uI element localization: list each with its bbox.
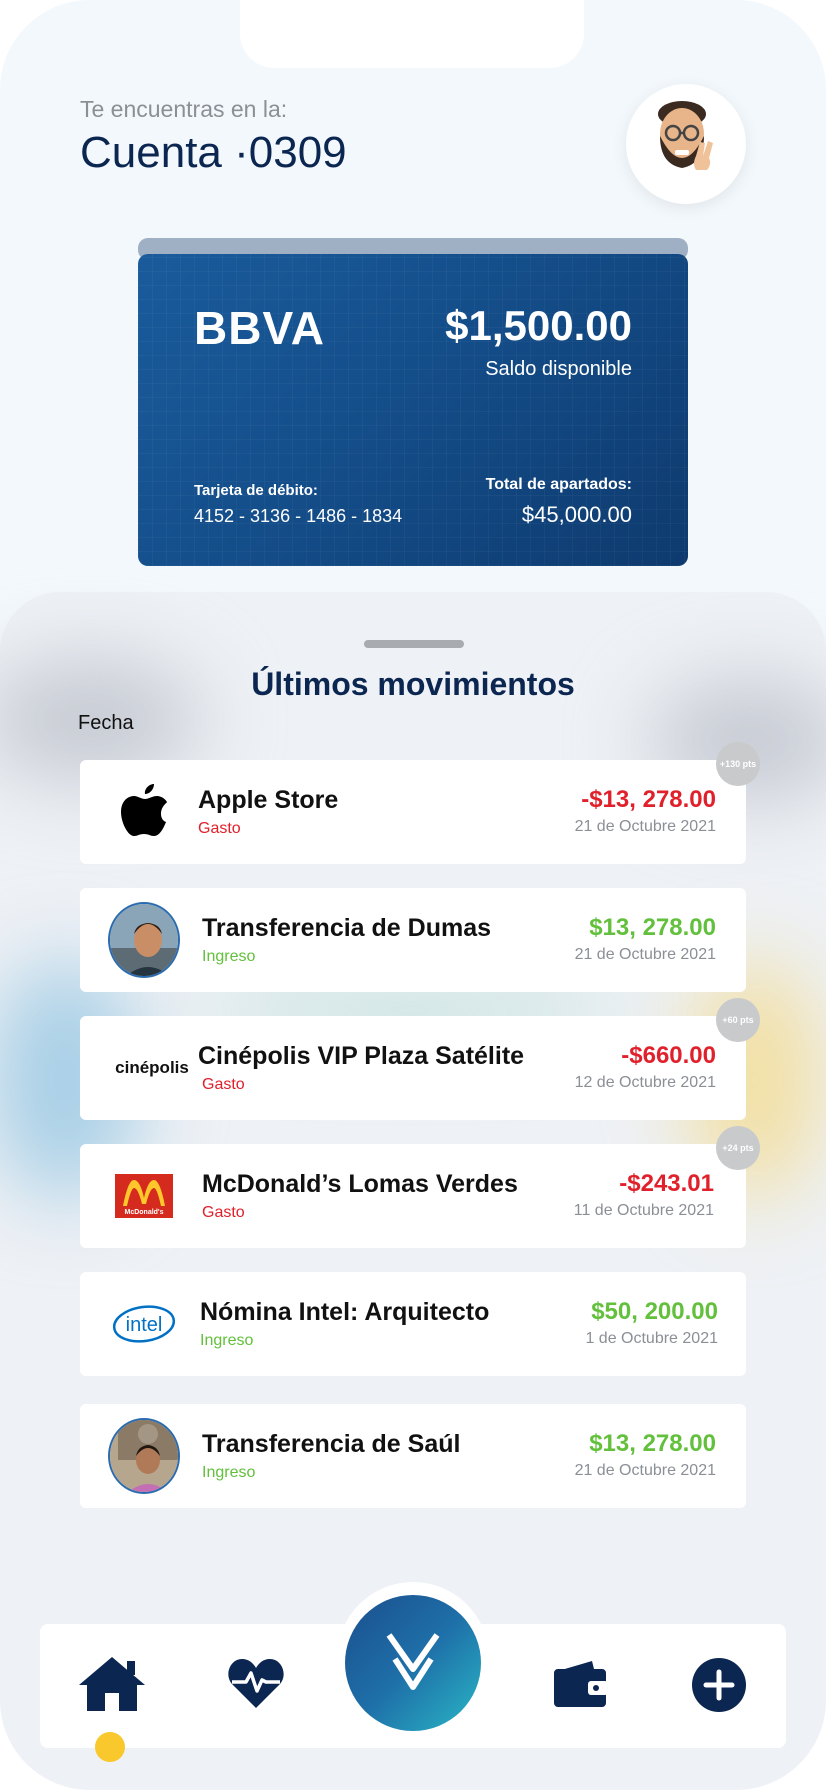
account-prefix: Cuenta <box>80 128 235 177</box>
transaction-amount: $50, 200.00 <box>591 1298 718 1325</box>
transaction-title: Cinépolis VIP Plaza Satélite <box>198 1042 525 1070</box>
account-title[interactable]: Cuenta ·0309 <box>80 128 347 178</box>
transaction-row[interactable]: Transferencia de Saúl Ingreso $13, 278.0… <box>80 1404 746 1508</box>
phone-screen: Te encuentras en la: Cuenta ·0309 BBVA $… <box>0 0 826 1790</box>
svg-text:BBVA: BBVA <box>194 306 325 350</box>
transaction-date: 21 de Octubre 2021 <box>574 1462 716 1479</box>
mcdonalds-logo: McDonald's <box>108 1160 180 1232</box>
transaction-date: 21 de Octubre 2021 <box>574 818 716 835</box>
intel-logo: intel <box>108 1288 180 1360</box>
transaction-row[interactable]: cinépolis Cinépolis VIP Plaza Satélite G… <box>80 998 760 1120</box>
points-badge: +60 pts <box>716 998 760 1042</box>
transaction-title: Transferencia de Saúl <box>202 1430 461 1458</box>
transaction-kind: Ingreso <box>200 1332 254 1349</box>
active-indicator-dot <box>95 1732 125 1762</box>
bbva-logo: BBVA <box>194 306 325 350</box>
transaction-amount: $13, 278.00 <box>589 1430 716 1457</box>
transaction-amount: -$13, 278.00 <box>581 786 716 813</box>
transaction-row[interactable]: Transferencia de Dumas Ingreso $13, 278.… <box>80 888 746 992</box>
transaction-date: 12 de Octubre 2021 <box>574 1074 716 1091</box>
transaction-kind: Ingreso <box>202 1464 256 1481</box>
date-filter[interactable]: Fecha <box>78 712 134 735</box>
sheet-drag-handle[interactable] <box>364 640 464 648</box>
svg-text:intel: intel <box>126 1314 163 1336</box>
transaction-row[interactable]: Apple Store Gasto -$13, 278.00 21 de Oct… <box>80 742 760 864</box>
debit-card-label: Tarjeta de débito: <box>194 482 318 499</box>
notch <box>240 0 584 68</box>
points-badge: +130 pts <box>716 742 760 786</box>
home-icon[interactable] <box>76 1652 148 1716</box>
transaction-date: 21 de Octubre 2021 <box>574 946 716 963</box>
savings-total-value: $45,000.00 <box>521 502 632 527</box>
person-photo <box>108 1418 180 1494</box>
debit-card-number: 4152 - 3136 - 1486 - 1834 <box>194 506 403 526</box>
apple-logo-icon <box>108 776 180 848</box>
transaction-row[interactable]: intel Nómina Intel: Arquitecto Ingreso $… <box>80 1272 746 1376</box>
points-badge: +24 pts <box>716 1126 760 1170</box>
transaction-kind: Gasto <box>202 1204 245 1221</box>
svg-text:McDonald's: McDonald's <box>124 1209 163 1216</box>
transaction-amount: $13, 278.00 <box>589 914 716 941</box>
location-label: Te encuentras en la: <box>80 96 288 122</box>
wallet-icon[interactable] <box>550 1656 610 1712</box>
savings-total-label: Total de apartados: <box>485 476 632 493</box>
transaction-kind: Gasto <box>202 1076 245 1093</box>
movements-title: Últimos movimientos <box>251 666 575 702</box>
app-logo-icon[interactable] <box>345 1595 481 1731</box>
transaction-title: Nómina Intel: Arquitecto <box>200 1298 490 1326</box>
transaction-amount: -$243.01 <box>619 1170 714 1197</box>
profile-avatar[interactable] <box>626 84 746 204</box>
bank-card[interactable]: BBVA $1,500.00 Saldo disponible Tarjeta … <box>138 254 688 566</box>
transaction-date: 11 de Octubre 2021 <box>573 1202 714 1219</box>
balance-label: Saldo disponible <box>485 358 632 380</box>
transaction-kind: Gasto <box>198 820 241 837</box>
transaction-row[interactable]: McDonald's McDonald’s Lomas Verdes Gasto… <box>80 1126 760 1248</box>
memoji-avatar-icon <box>658 101 713 170</box>
balance-amount: $1,500.00 <box>445 302 632 349</box>
plus-icon[interactable] <box>690 1656 748 1714</box>
transaction-kind: Ingreso <box>202 948 256 965</box>
cinepolis-logo: cinépolis <box>115 1058 189 1077</box>
account-number: ·0309 <box>234 128 347 177</box>
transaction-amount: -$660.00 <box>621 1042 716 1069</box>
transaction-title: Transferencia de Dumas <box>202 914 492 942</box>
transaction-title: McDonald’s Lomas Verdes <box>202 1170 518 1198</box>
person-photo <box>108 902 180 978</box>
transaction-date: 1 de Octubre 2021 <box>585 1330 718 1347</box>
heart-pulse-icon[interactable] <box>224 1654 288 1712</box>
transaction-title: Apple Store <box>198 786 339 814</box>
